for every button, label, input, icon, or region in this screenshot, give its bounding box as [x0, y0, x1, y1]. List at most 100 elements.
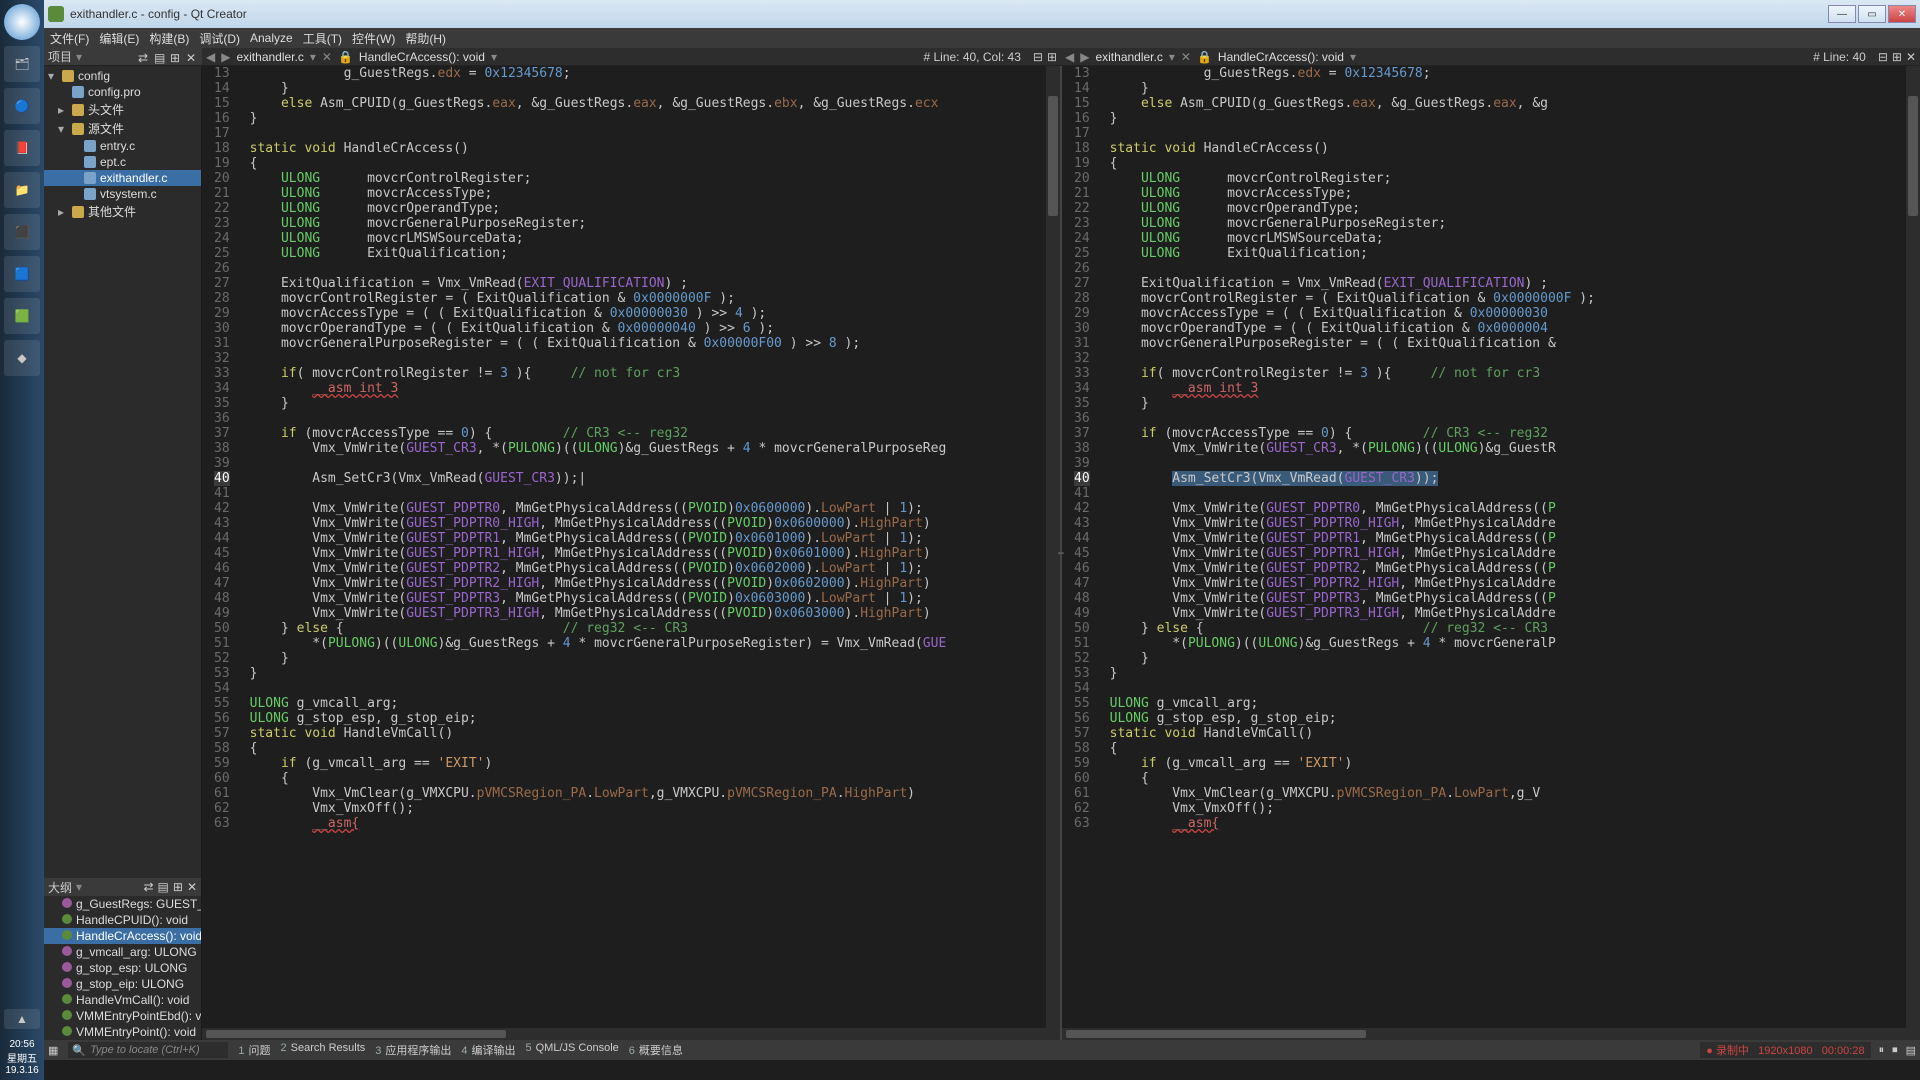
tree-item[interactable]: config.pro	[44, 84, 201, 100]
fold-column[interactable]	[1096, 66, 1106, 1028]
rec-stop-icon[interactable]: ⏹	[1892, 1044, 1898, 1057]
close-file-icon[interactable]: ✕	[322, 50, 332, 64]
nav-fwd-icon[interactable]: ▶	[221, 50, 230, 64]
bottom-tab[interactable]: 1问题	[238, 1042, 270, 1058]
close-file-icon[interactable]: ✕	[1181, 50, 1191, 64]
filter-icon[interactable]: ▤	[154, 51, 166, 63]
split-h-icon[interactable]: ⊟	[1878, 50, 1888, 64]
rec-menu-icon[interactable]: ▤	[1906, 1044, 1916, 1057]
menu-item[interactable]: 工具(T)	[303, 30, 342, 47]
outline-item[interactable]: HandleCPUID(): void	[44, 912, 201, 928]
outline-item[interactable]: g_vmcall_arg: ULONG	[44, 944, 201, 960]
taskbar-app-terminal[interactable]: ⬛	[4, 214, 40, 250]
bottom-tab[interactable]: 3应用程序输出	[375, 1042, 451, 1058]
menu-item[interactable]: 构建(B)	[149, 30, 189, 47]
taskbar-app-pdf[interactable]: 📕	[4, 130, 40, 166]
outline-item[interactable]: g_GuestRegs: GUEST_REGS	[44, 896, 201, 912]
right-vscrollbar[interactable]	[1906, 66, 1920, 1028]
tree-item[interactable]: exithandler.c	[44, 170, 201, 186]
project-header-label: 项目	[48, 48, 72, 65]
filter-icon[interactable]: ▤	[158, 880, 169, 894]
tree-item[interactable]: ▸头文件	[44, 100, 201, 119]
taskbar-app-inkscape[interactable]: ◆	[4, 340, 40, 376]
taskbar-clock[interactable]: 20:56 星期五 19.3.16	[5, 1035, 38, 1080]
right-hscrollbar[interactable]	[1062, 1028, 1920, 1040]
menu-item[interactable]: 调试(D)	[199, 30, 240, 47]
split-icon[interactable]: ⊞	[173, 880, 183, 894]
outline-item[interactable]: VMMEntryPointEbd(): void	[44, 1008, 201, 1024]
left-function-name[interactable]: HandleCrAccess(): void	[359, 50, 485, 64]
bottom-tab[interactable]: 4编译输出	[461, 1042, 515, 1058]
search-icon: 🔍	[72, 1044, 86, 1057]
nav-back-icon[interactable]: ◀	[206, 50, 215, 64]
taskbar-app-vm[interactable]: 🟦	[4, 256, 40, 292]
left-hscrollbar[interactable]	[202, 1028, 1060, 1040]
close-pane-icon[interactable]: ✕	[187, 880, 197, 894]
output-pane-toggle-icon[interactable]: ▦	[48, 1044, 58, 1057]
bottom-tab[interactable]: 2Search Results	[281, 1042, 366, 1058]
menu-item[interactable]: 控件(W)	[352, 30, 395, 47]
taskbar-app-explorer[interactable]: 🗂	[4, 46, 40, 82]
menu-item[interactable]: 编辑(E)	[99, 30, 139, 47]
menu-item[interactable]: 文件(F)	[50, 30, 89, 47]
outline-list[interactable]: g_GuestRegs: GUEST_REGSHandleCPUID(): vo…	[44, 896, 201, 1040]
sidebar: ▾configconfig.pro▸头文件▾源文件entry.cept.cexi…	[44, 66, 202, 1040]
menu-item[interactable]: 帮助(H)	[405, 30, 446, 47]
sync-icon[interactable]: ⇄	[138, 51, 150, 63]
project-pane-header: 项目 ▾ ⇄ ▤ ⊞ ✕	[44, 48, 202, 65]
start-button[interactable]	[4, 4, 40, 40]
tree-item[interactable]: vtsystem.c	[44, 186, 201, 202]
left-vscrollbar[interactable]	[1046, 66, 1060, 1028]
nav-back-icon[interactable]: ◀	[1065, 50, 1074, 64]
taskbar-app-qtcreator[interactable]: 🟩	[4, 298, 40, 334]
close-button[interactable]: ✕	[1888, 5, 1916, 23]
outline-pane-header: 大纲 ▾ ⇄ ▤ ⊞ ✕	[44, 878, 201, 896]
right-file-name[interactable]: exithandler.c	[1095, 50, 1162, 64]
bottom-bar: ▦ 🔍 Type to locate (Ctrl+K) 1问题 2Search R…	[44, 1040, 1920, 1060]
outline-item[interactable]: VMMEntryPoint(): void	[44, 1024, 201, 1040]
left-file-name[interactable]: exithandler.c	[236, 50, 303, 64]
split-v-icon[interactable]: ⊞	[1047, 50, 1057, 64]
bottom-tab[interactable]: 6概要信息	[629, 1042, 683, 1058]
tree-item[interactable]: ▸其他文件	[44, 202, 201, 221]
tree-item[interactable]: entry.c	[44, 138, 201, 154]
outline-item[interactable]: HandleVmCall(): void	[44, 992, 201, 1008]
minimize-button[interactable]: —	[1828, 5, 1856, 23]
split-h-icon[interactable]: ⊟	[1033, 50, 1043, 64]
menu-item[interactable]: Analyze	[250, 31, 293, 45]
close-split-icon[interactable]: ✕	[1906, 50, 1916, 64]
recording-indicator: ● 录制中 1920x1080 00:00:28	[1700, 1042, 1870, 1058]
left-cursor-location: # Line: 40, Col: 43	[923, 50, 1020, 64]
outline-item[interactable]: HandleCrAccess(): void	[44, 928, 201, 944]
app-icon	[48, 6, 64, 22]
rec-pause-icon[interactable]: ⏸	[1879, 1044, 1885, 1057]
maximize-button[interactable]: ▭	[1858, 5, 1886, 23]
split-icon[interactable]: ⊞	[170, 51, 182, 63]
right-function-name[interactable]: HandleCrAccess(): void	[1218, 50, 1344, 64]
locator-input[interactable]: 🔍 Type to locate (Ctrl+K)	[68, 1042, 228, 1058]
editor-splitter: 1314151617181920212223242526272829303132…	[202, 66, 1920, 1040]
right-editor[interactable]: 1314151617181920212223242526272829303132…	[1060, 66, 1920, 1040]
taskbar-app-files[interactable]: 📁	[4, 172, 40, 208]
close-pane-icon[interactable]: ✕	[186, 51, 198, 63]
split-v-icon[interactable]: ⊞	[1892, 50, 1902, 64]
bottom-tabs: 1问题 2Search Results 3应用程序输出 4编译输出 5QML/JS Co…	[238, 1042, 683, 1058]
outline-item[interactable]: g_stop_esp: ULONG	[44, 960, 201, 976]
right-code[interactable]: g_GuestRegs.edx = 0x12345678; } else Asm…	[1106, 66, 1906, 1028]
outline-item[interactable]: g_stop_eip: ULONG	[44, 976, 201, 992]
right-gutter: 1314151617181920212223242526272829303132…	[1062, 66, 1096, 1028]
taskbar-tray[interactable]: ▲	[4, 1009, 40, 1029]
taskbar-app-chrome[interactable]: 🔵	[4, 88, 40, 124]
tree-item[interactable]: ept.c	[44, 154, 201, 170]
tree-item[interactable]: ▾源文件	[44, 119, 201, 138]
fold-column[interactable]	[236, 66, 246, 1028]
tree-item[interactable]: ▾config	[44, 68, 201, 84]
left-editor[interactable]: 1314151617181920212223242526272829303132…	[202, 66, 1060, 1040]
project-tree[interactable]: ▾configconfig.pro▸头文件▾源文件entry.cept.cexi…	[44, 66, 201, 878]
sync-icon[interactable]: ⇄	[143, 880, 153, 894]
outline-header-label: 大纲	[48, 879, 72, 896]
left-code[interactable]: g_GuestRegs.edx = 0x12345678; } else Asm…	[246, 66, 1046, 1028]
nav-fwd-icon[interactable]: ▶	[1080, 50, 1089, 64]
left-gutter: 1314151617181920212223242526272829303132…	[202, 66, 236, 1028]
bottom-tab[interactable]: 5QML/JS Console	[526, 1042, 619, 1058]
